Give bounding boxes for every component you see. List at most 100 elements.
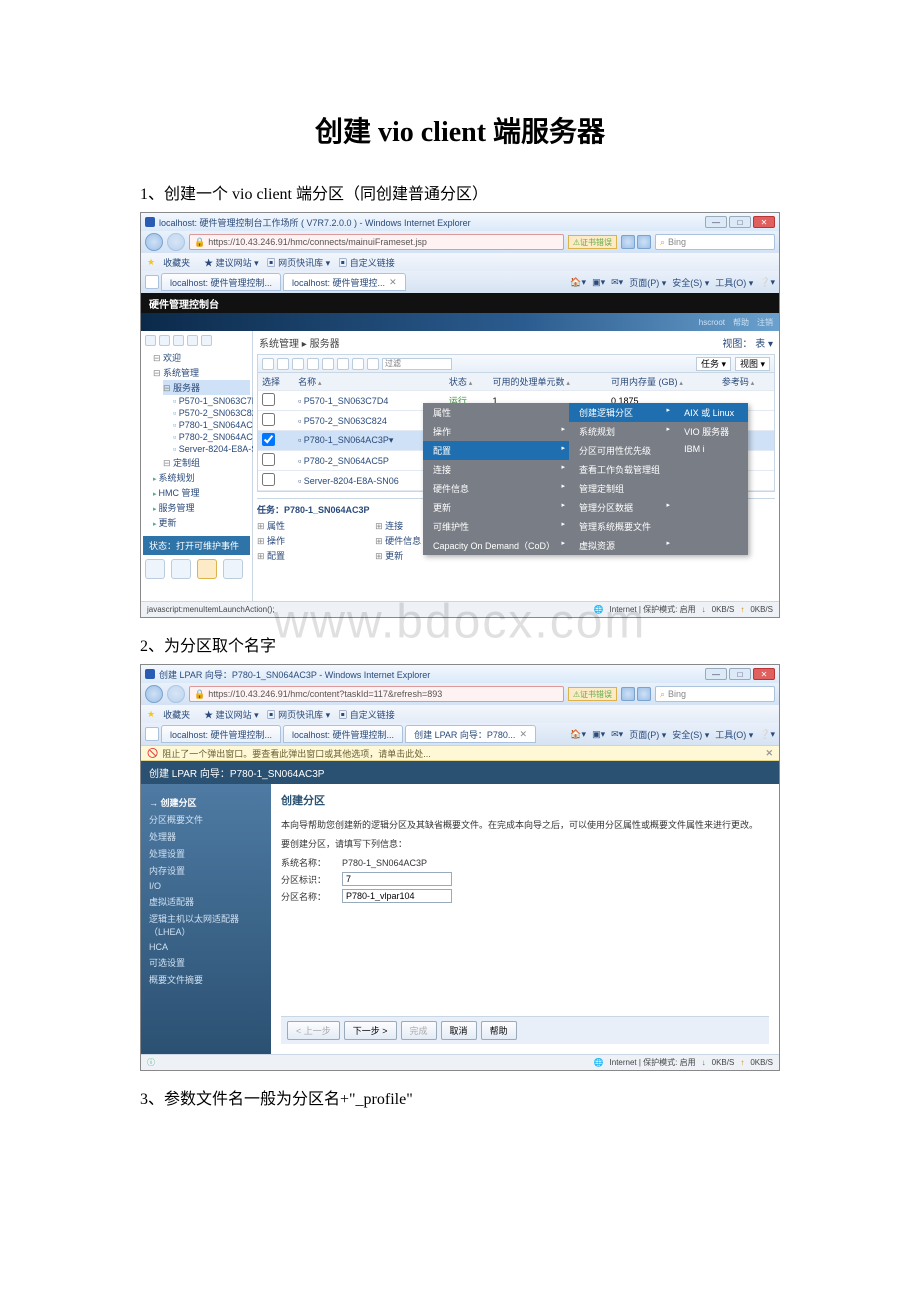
feeds-icon[interactable]: ▣▾ bbox=[592, 277, 605, 288]
window-close-button[interactable]: ✕ bbox=[753, 668, 775, 680]
nav-refresh-icon[interactable] bbox=[187, 335, 198, 346]
task-link[interactable]: 硬件信息 bbox=[375, 533, 421, 548]
wizard-step[interactable]: 分区概要文件 bbox=[149, 811, 263, 828]
tbl-refresh-icon[interactable] bbox=[352, 358, 364, 370]
nav-hmcmgmt[interactable]: HMC 管理 bbox=[153, 485, 250, 500]
row-checkbox[interactable] bbox=[262, 433, 275, 446]
task-link[interactable]: 操作 bbox=[257, 533, 285, 548]
nav-svcmgmt[interactable]: 服务管理 bbox=[153, 500, 250, 515]
tasks-menu[interactable]: 任务 ▾ bbox=[696, 357, 731, 371]
wizard-step[interactable]: 逻辑主机以太网适配器（LHEA） bbox=[149, 910, 263, 940]
tbl-new-icon[interactable] bbox=[262, 358, 274, 370]
browser-tab[interactable]: localhost: 硬件管理控制... bbox=[283, 725, 403, 743]
next-button[interactable]: 下一步 > bbox=[344, 1021, 397, 1040]
task-link[interactable]: 配置 bbox=[257, 548, 285, 563]
status-ok-icon[interactable] bbox=[223, 559, 243, 579]
browser-tab[interactable]: 创建 LPAR 向导：P780... ✕ bbox=[405, 725, 536, 743]
col-name[interactable]: 名称 bbox=[294, 373, 445, 391]
ctx-item[interactable]: 虚拟资源 bbox=[569, 536, 674, 555]
nav-sysplan[interactable]: 系统规划 bbox=[153, 470, 250, 485]
ctx-item[interactable]: IBM i bbox=[674, 441, 748, 457]
favorites-label[interactable]: 收藏夹 bbox=[163, 256, 190, 269]
url-input[interactable]: 🔒https://10.43.246.91/hmc/content?taskId… bbox=[189, 686, 564, 702]
quick-tabs-icon[interactable] bbox=[145, 275, 159, 289]
tbl-cfg-icon[interactable] bbox=[367, 358, 379, 370]
hmc-logout-link[interactable]: 注销 bbox=[757, 317, 773, 328]
row-checkbox[interactable] bbox=[262, 393, 275, 406]
refresh-icon[interactable] bbox=[621, 687, 635, 701]
tbl-filter-icon[interactable] bbox=[322, 358, 334, 370]
task-link[interactable]: 更新 bbox=[375, 548, 421, 563]
views-menu[interactable]: 视图 ▾ bbox=[735, 357, 770, 371]
task-link[interactable]: 连接 bbox=[375, 518, 421, 533]
tbl-copy-icon[interactable] bbox=[277, 358, 289, 370]
nav-servers[interactable]: 服务器 bbox=[163, 380, 250, 395]
popup-close-icon[interactable]: ✕ bbox=[765, 748, 773, 759]
wizard-step[interactable]: 可选设置 bbox=[149, 954, 263, 971]
view-selector[interactable]: 视图： 表 ▾ bbox=[722, 335, 773, 350]
input-partition-name[interactable] bbox=[342, 889, 452, 903]
col-pu[interactable]: 可用的处理单元数 bbox=[488, 373, 607, 391]
tab-close-icon[interactable]: ✕ bbox=[519, 729, 527, 740]
ctx-item[interactable]: 硬件信息 bbox=[423, 479, 569, 498]
url-input[interactable]: 🔒https://10.43.246.91/hmc/connects/mainu… bbox=[189, 234, 564, 250]
ctx-item[interactable]: 可维护性 bbox=[423, 517, 569, 536]
popup-blocker-bar[interactable]: 🚫 阻止了一个弹出窗口。要查看此弹出窗口或其他选项，请单击此处... ✕ bbox=[141, 745, 779, 761]
col-status[interactable]: 状态 bbox=[445, 373, 489, 391]
window-maximize-button[interactable]: □ bbox=[729, 668, 751, 680]
back-button[interactable] bbox=[145, 233, 163, 251]
ctx-item[interactable]: 创建逻辑分区 bbox=[569, 403, 674, 422]
col-ref[interactable]: 参考码 bbox=[718, 373, 774, 391]
window-minimize-button[interactable]: — bbox=[705, 216, 727, 228]
tbl-del-icon[interactable] bbox=[307, 358, 319, 370]
wizard-step[interactable]: 虚拟适配器 bbox=[149, 893, 263, 910]
page-menu[interactable]: 页面(P) ▾ bbox=[629, 276, 666, 289]
fav-webslice[interactable]: ▣ 网页快讯库 ▾ bbox=[267, 256, 331, 269]
row-checkbox[interactable] bbox=[262, 473, 275, 486]
nav-back-icon[interactable] bbox=[145, 335, 156, 346]
help-icon[interactable]: ❔▾ bbox=[759, 277, 775, 288]
wizard-step[interactable]: I/O bbox=[149, 879, 263, 893]
wizard-step[interactable]: 概要文件摘要 bbox=[149, 971, 263, 988]
tbl-sort-icon[interactable] bbox=[337, 358, 349, 370]
ctx-item[interactable]: VIO 服务器 bbox=[674, 422, 748, 441]
status-error-icon[interactable] bbox=[171, 559, 191, 579]
ctx-item[interactable]: 属性 bbox=[423, 403, 569, 422]
ctx-item[interactable]: 管理定制组 bbox=[569, 479, 674, 498]
nav-custom[interactable]: 定制组 bbox=[163, 455, 250, 470]
page-menu[interactable]: 页面(P) ▾ bbox=[629, 728, 666, 741]
hmc-help-link[interactable]: 帮助 bbox=[733, 317, 749, 328]
ctx-item[interactable]: Capacity On Demand（CoD） bbox=[423, 536, 569, 555]
safety-menu[interactable]: 安全(S) ▾ bbox=[672, 728, 709, 741]
tbl-edit-icon[interactable] bbox=[292, 358, 304, 370]
prev-button[interactable]: < 上一步 bbox=[287, 1021, 340, 1040]
fav-custom[interactable]: ▣ 自定义链接 bbox=[338, 256, 395, 269]
status-info-icon[interactable] bbox=[145, 559, 165, 579]
ctx-item[interactable]: 查看工作负载管理组 bbox=[569, 460, 674, 479]
nav-server-item[interactable]: P570-2_SN063C824 bbox=[173, 407, 250, 419]
wizard-step[interactable]: 处理设置 bbox=[149, 845, 263, 862]
wizard-step[interactable]: 处理器 bbox=[149, 828, 263, 845]
fav-custom[interactable]: ▣ 自定义链接 bbox=[338, 708, 395, 721]
favorites-icon[interactable]: ★ bbox=[147, 257, 155, 268]
col-select[interactable]: 选择 bbox=[258, 373, 294, 391]
cancel-button[interactable]: 取消 bbox=[441, 1021, 477, 1040]
tools-menu[interactable]: 工具(O) ▾ bbox=[715, 728, 753, 741]
feeds-icon[interactable]: ▣▾ bbox=[592, 729, 605, 740]
fav-webslice[interactable]: ▣ 网页快讯库 ▾ bbox=[267, 708, 331, 721]
window-minimize-button[interactable]: — bbox=[705, 668, 727, 680]
home-icon[interactable]: 🏠▾ bbox=[570, 277, 586, 288]
favorites-label[interactable]: 收藏夹 bbox=[163, 708, 190, 721]
browser-tab[interactable]: localhost: 硬件管理控... ✕ bbox=[283, 273, 406, 291]
nav-fwd-icon[interactable] bbox=[159, 335, 170, 346]
ctx-item[interactable]: AIX 或 Linux bbox=[674, 403, 748, 422]
fav-suggested[interactable]: ★ 建议网站 ▾ bbox=[204, 256, 259, 269]
ctx-item[interactable]: 系统规划 bbox=[569, 422, 674, 441]
window-maximize-button[interactable]: □ bbox=[729, 216, 751, 228]
mail-icon[interactable]: ✉▾ bbox=[611, 729, 623, 740]
fav-suggested[interactable]: ★ 建议网站 ▾ bbox=[204, 708, 259, 721]
back-button[interactable] bbox=[145, 685, 163, 703]
search-input[interactable]: ⌕Bing bbox=[655, 686, 775, 702]
cert-error-button[interactable]: ⚠ 证书错误 bbox=[568, 687, 617, 701]
ctx-item[interactable]: 分区可用性优先级 bbox=[569, 441, 674, 460]
